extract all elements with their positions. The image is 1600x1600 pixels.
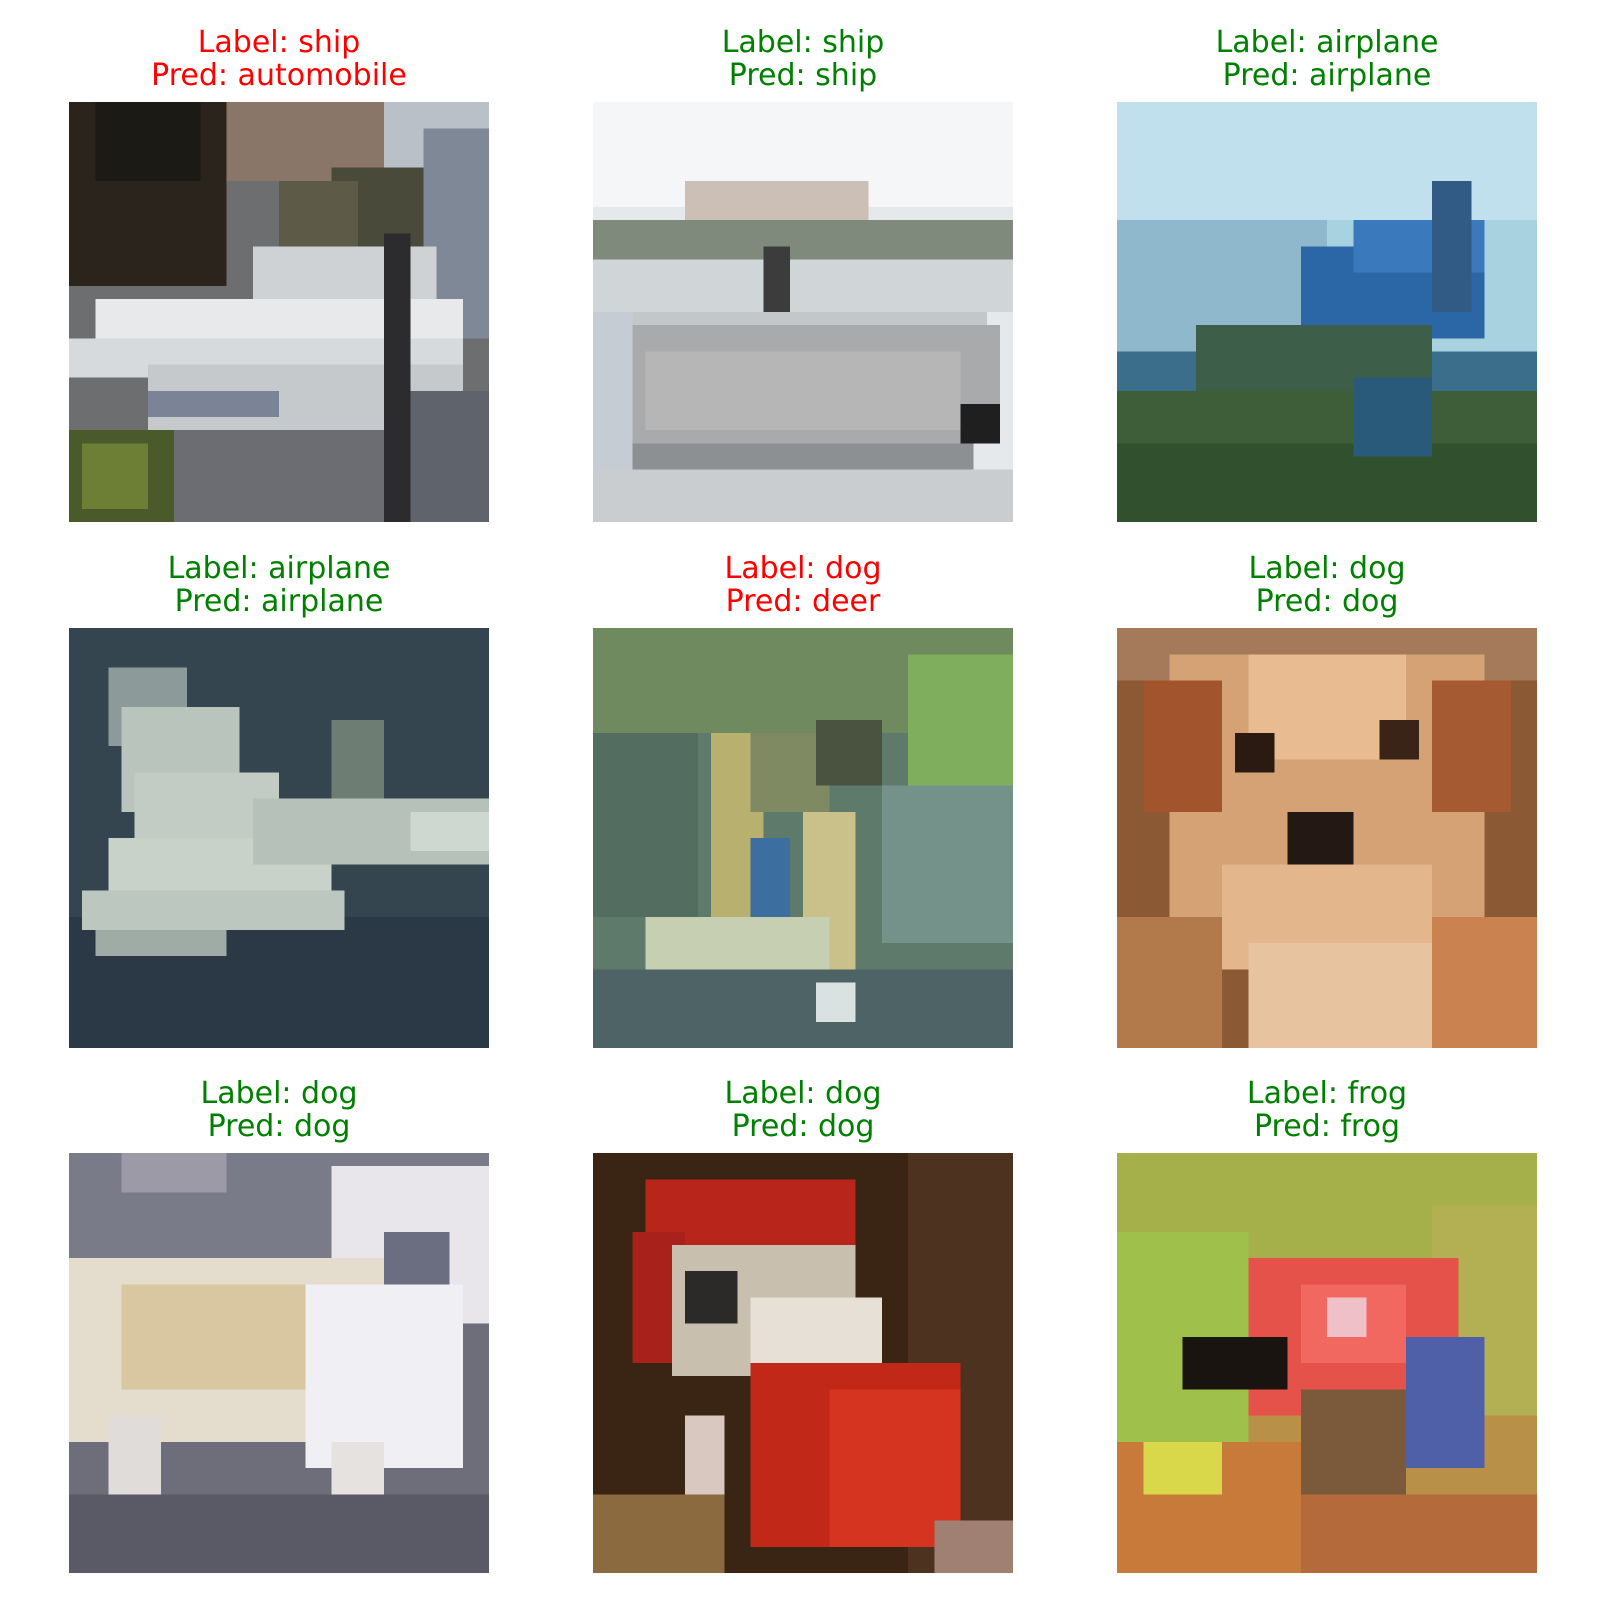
sample-6-pred: Pred: dog <box>1255 584 1399 619</box>
sample-4-title: Label: airplane Pred: airplane <box>69 552 489 632</box>
sample-5-label: Label: dog <box>724 551 882 586</box>
sample-8-label: Label: dog <box>724 1076 882 1111</box>
sample-1-title: Label: ship Pred: automobile <box>69 26 489 106</box>
cifar-ship-image <box>593 102 1013 522</box>
cifar-airplane-sky-image <box>1117 102 1537 522</box>
sample-4-label: Label: airplane <box>167 551 391 586</box>
sample-1-label: Label: ship <box>197 25 361 60</box>
sample-4-pred: Pred: airplane <box>174 584 384 619</box>
sample-8-pred: Pred: dog <box>731 1109 875 1144</box>
sample-2-title: Label: ship Pred: ship <box>593 26 1013 106</box>
cifar-frog-image <box>1117 1153 1537 1573</box>
sample-3-pred: Pred: airplane <box>1222 58 1432 93</box>
sample-5-pred: Pred: deer <box>725 584 881 619</box>
sample-6-label: Label: dog <box>1248 551 1406 586</box>
sample-5-title: Label: dog Pred: deer <box>593 552 1013 632</box>
sample-9-label: Label: frog <box>1246 1076 1408 1111</box>
cifar-airplane-image <box>69 628 489 1048</box>
sample-2-pred: Pred: ship <box>728 58 878 93</box>
cifar-dog-grass-image <box>593 628 1013 1048</box>
cifar-ship-boat-image <box>69 102 489 522</box>
cifar-dog-red-image <box>593 1153 1013 1573</box>
sample-9-title: Label: frog Pred: frog <box>1117 1077 1537 1157</box>
sample-2-label: Label: ship <box>721 25 885 60</box>
sample-3-title: Label: airplane Pred: airplane <box>1117 26 1537 106</box>
sample-7-label: Label: dog <box>200 1076 358 1111</box>
cifar-white-dog-image <box>69 1153 489 1573</box>
sample-1-pred: Pred: automobile <box>151 58 407 93</box>
cifar-dog-face-image <box>1117 628 1537 1048</box>
sample-7-title: Label: dog Pred: dog <box>69 1077 489 1157</box>
sample-3-label: Label: airplane <box>1215 25 1439 60</box>
sample-7-pred: Pred: dog <box>207 1109 351 1144</box>
sample-6-title: Label: dog Pred: dog <box>1117 552 1537 632</box>
sample-9-pred: Pred: frog <box>1253 1109 1400 1144</box>
sample-8-title: Label: dog Pred: dog <box>593 1077 1013 1157</box>
